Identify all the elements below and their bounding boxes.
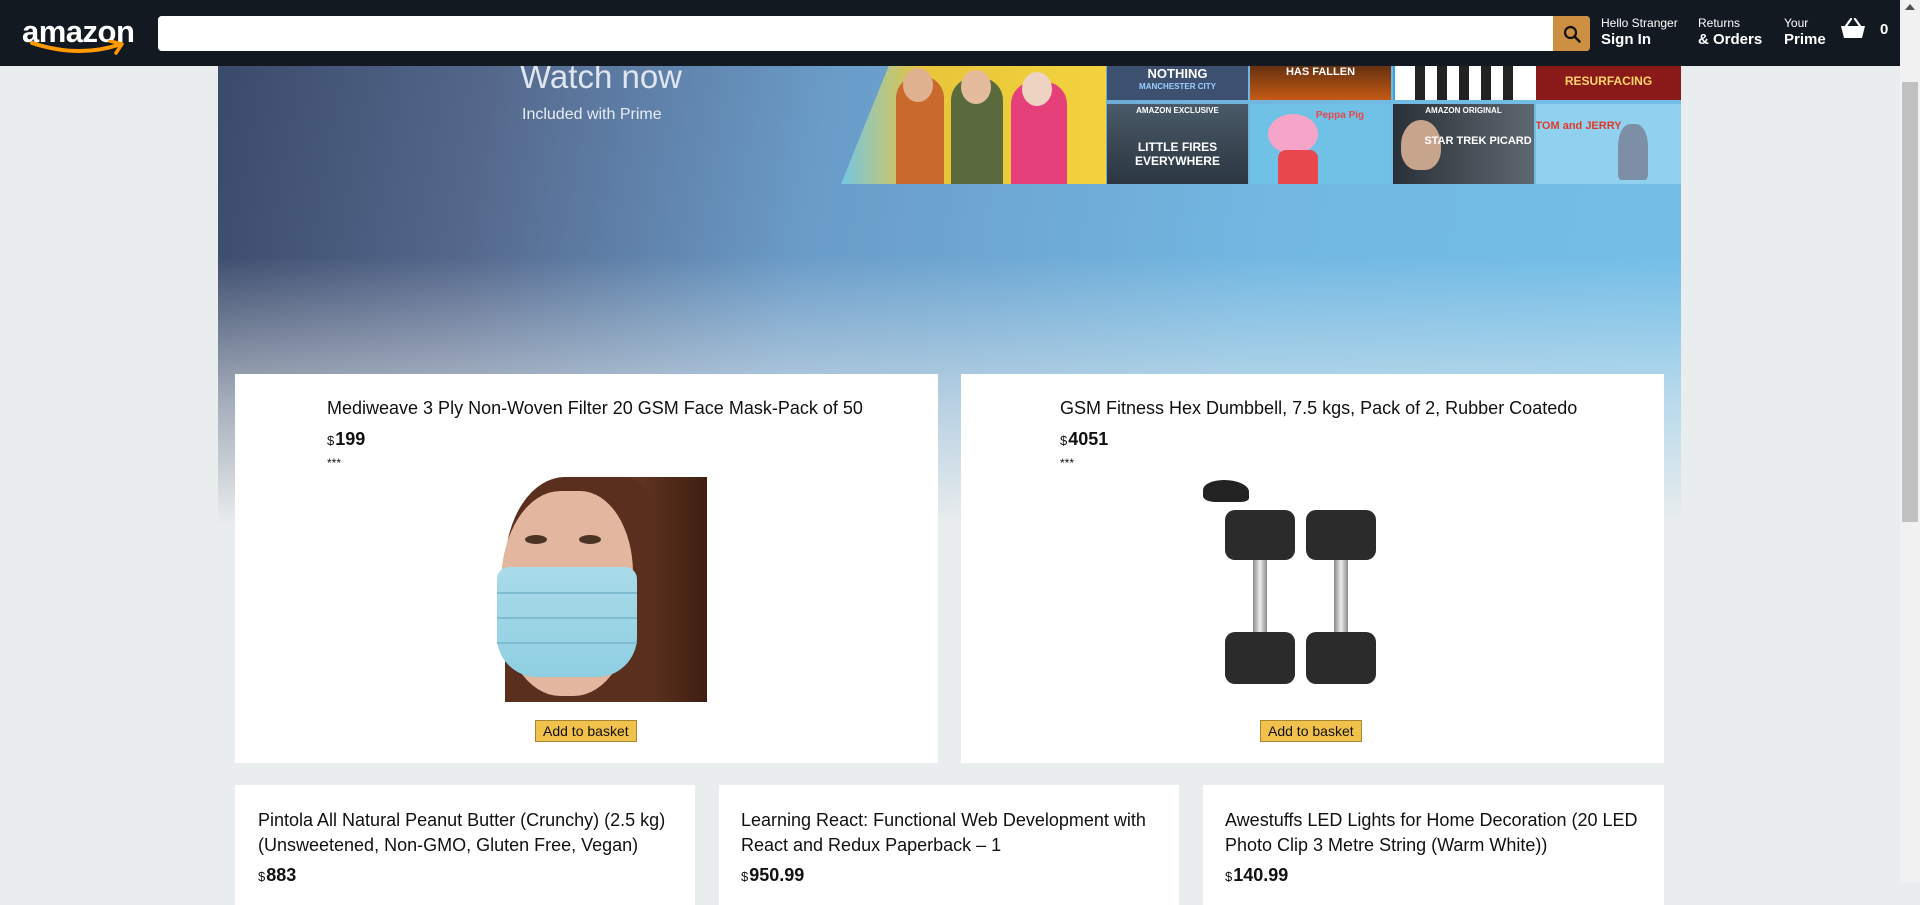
poster-resurfacing[interactable]: RESURFACING xyxy=(1536,66,1681,100)
your-label: Your xyxy=(1784,16,1809,30)
poster-cast-lineup[interactable] xyxy=(1393,66,1536,100)
your-prime-option[interactable]: Your Prime xyxy=(1784,16,1826,50)
prime-video-poster-strip: NOTHING MANCHESTER CITY HAS FALLEN RESUR… xyxy=(841,66,1681,184)
poster-title: HAS FALLEN xyxy=(1285,66,1356,78)
poster-peppa-pig[interactable]: Peppa Pig xyxy=(1250,104,1391,184)
product-image-face-mask[interactable] xyxy=(497,477,707,702)
search-bar xyxy=(158,16,1590,51)
product-price: $883 xyxy=(258,865,296,886)
product-card: Learning React: Functional Web Developme… xyxy=(719,785,1179,905)
product-card: Awestuffs LED Lights for Home Decoration… xyxy=(1203,785,1664,905)
price-currency: $ xyxy=(327,433,335,448)
product-title: Awestuffs LED Lights for Home Decoration… xyxy=(1225,810,1638,855)
search-input[interactable] xyxy=(158,16,1553,51)
product-rating: *** xyxy=(327,456,342,470)
poster-star-trek-picard[interactable]: AMAZON ORIGINAL STAR TREK PICARD xyxy=(1393,104,1534,184)
search-icon xyxy=(1563,25,1581,43)
product-image-dumbbells[interactable] xyxy=(1201,480,1401,710)
poster-has-fallen[interactable]: HAS FALLEN xyxy=(1250,66,1391,100)
poster-title: LITTLE FIRES EVERYWHERE xyxy=(1135,140,1220,168)
poster-badge: AMAZON EXCLUSIVE xyxy=(1136,106,1219,115)
scroll-thumb[interactable] xyxy=(1902,82,1918,522)
amazon-logo[interactable]: amazon xyxy=(22,14,137,56)
top-nav-bar: amazon Hello Stranger Sign In Returns & … xyxy=(0,0,1900,66)
product-card: GSM Fitness Hex Dumbbell, 7.5 kgs, Pack … xyxy=(961,374,1664,763)
product-title: Pintola All Natural Peanut Butter (Crunc… xyxy=(258,810,666,855)
product-price: $140.99 xyxy=(1225,865,1288,886)
poster-little-fires-everywhere[interactable]: AMAZON EXCLUSIVE LITTLE FIRES EVERYWHERE xyxy=(1107,104,1248,184)
prime-label: Prime xyxy=(1784,31,1826,48)
basket-icon xyxy=(1841,18,1865,38)
orders-label: & Orders xyxy=(1698,31,1763,48)
product-price: $4051 xyxy=(1060,429,1108,450)
poster-tom-and-jerry[interactable]: TOM and JERRY xyxy=(1536,104,1681,184)
scroll-up-arrow-icon[interactable] xyxy=(1905,4,1915,10)
search-button[interactable] xyxy=(1553,16,1590,51)
price-currency: $ xyxy=(1060,433,1068,448)
returns-label: Returns xyxy=(1698,16,1741,30)
add-to-basket-button[interactable]: Add to basket xyxy=(1260,720,1362,742)
product-card: Pintola All Natural Peanut Butter (Crunc… xyxy=(235,785,695,905)
price-value: 199 xyxy=(335,429,366,449)
product-title: Mediweave 3 Ply Non-Woven Filter 20 GSM … xyxy=(327,398,863,418)
product-price: $950.99 xyxy=(741,865,804,886)
basket-button[interactable]: 0 xyxy=(1840,18,1888,40)
brand-lion-logo-icon xyxy=(1203,480,1249,502)
page-scrollbar[interactable] xyxy=(1900,0,1920,882)
logo-smile-icon xyxy=(30,40,124,55)
price-value: 950.99 xyxy=(749,865,805,885)
price-value: 140.99 xyxy=(1233,865,1289,885)
sign-in-option[interactable]: Hello Stranger Sign In xyxy=(1601,16,1678,50)
price-value: 4051 xyxy=(1068,429,1109,449)
product-title: Learning React: Functional Web Developme… xyxy=(741,810,1146,855)
poster-title: Peppa Pig xyxy=(1315,110,1365,121)
poster-manchester-city[interactable]: NOTHING MANCHESTER CITY xyxy=(1107,66,1248,100)
product-card: Mediweave 3 Ply Non-Woven Filter 20 GSM … xyxy=(235,374,938,763)
poster-title: RESURFACING xyxy=(1564,74,1653,88)
sign-in-label: Sign In xyxy=(1601,31,1651,48)
poster-movie-cast[interactable] xyxy=(841,66,1106,184)
returns-orders-option[interactable]: Returns & Orders xyxy=(1698,16,1762,50)
product-rating: *** xyxy=(1060,456,1075,470)
sign-in-greeting: Hello Stranger xyxy=(1601,16,1678,30)
product-title: GSM Fitness Hex Dumbbell, 7.5 kgs, Pack … xyxy=(1060,398,1578,418)
hero-subtitle: Included with Prime xyxy=(522,106,662,123)
add-to-basket-button[interactable]: Add to basket xyxy=(535,720,637,742)
poster-title: NOTHING xyxy=(1147,66,1208,81)
poster-badge: AMAZON ORIGINAL xyxy=(1425,106,1502,115)
poster-title: STAR TREK PICARD xyxy=(1424,135,1532,147)
basket-count: 0 xyxy=(1880,20,1889,38)
hero-title: Watch now xyxy=(520,66,683,95)
poster-subtitle: MANCHESTER CITY xyxy=(1139,82,1216,91)
product-price: $199 xyxy=(327,429,365,450)
price-value: 883 xyxy=(266,865,297,885)
